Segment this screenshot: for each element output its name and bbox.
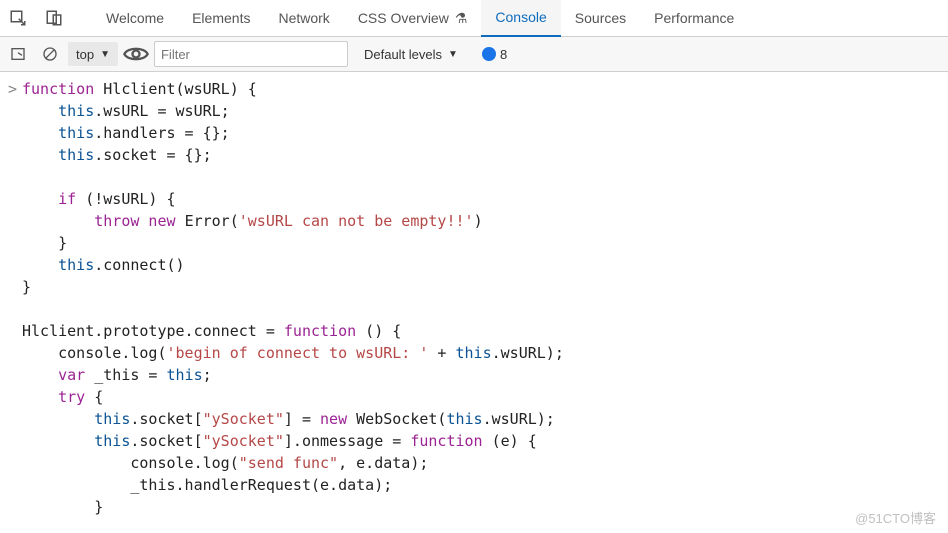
tab-label: CSS Overview (358, 10, 449, 26)
code-line: throw new Error('wsURL can not be empty!… (8, 210, 948, 232)
issue-count-value: 8 (500, 47, 507, 62)
tab-label: Network (278, 10, 329, 26)
gutter (8, 496, 22, 518)
gutter (8, 276, 22, 298)
tab-label: Performance (654, 10, 734, 26)
issue-count[interactable]: 8 (472, 47, 517, 62)
caret-down-icon: ▼ (448, 49, 458, 60)
code-line: >function Hlclient(wsURL) { (8, 78, 948, 100)
code-line: } (8, 496, 948, 518)
gutter (8, 298, 22, 320)
tab-css-overview[interactable]: CSS Overview ⚗ (344, 0, 482, 36)
device-toolbar-icon[interactable] (36, 0, 72, 36)
tab-bar: Welcome Elements Network CSS Overview ⚗ Conso… (0, 0, 948, 37)
caret-down-icon: ▼ (100, 49, 110, 60)
tab-network[interactable]: Network (264, 0, 343, 36)
code-line: this.socket = {}; (8, 144, 948, 166)
tab-sources[interactable]: Sources (561, 0, 640, 36)
code-line: if (!wsURL) { (8, 188, 948, 210)
code-line: Hlclient.prototype.connect = function ()… (8, 320, 948, 342)
log-levels-selector[interactable]: Default levels ▼ (354, 47, 468, 62)
filter-input[interactable] (154, 41, 348, 67)
gutter (8, 210, 22, 232)
gutter: > (8, 78, 22, 100)
code-line: } (8, 232, 948, 254)
gutter (8, 430, 22, 452)
gutter (8, 474, 22, 496)
gutter (8, 386, 22, 408)
gutter (8, 364, 22, 386)
code-line: this.connect() (8, 254, 948, 276)
code-line: this.wsURL = wsURL; (8, 100, 948, 122)
code-line: console.log("send func", e.data); (8, 452, 948, 474)
filter-box (154, 41, 334, 67)
info-dot-icon (482, 47, 496, 61)
toggle-sidebar-icon[interactable] (4, 40, 32, 68)
code-line: var _this = this; (8, 364, 948, 386)
context-label: top (76, 47, 94, 62)
tab-welcome[interactable]: Welcome (92, 0, 178, 36)
code-line (8, 298, 948, 320)
gutter (8, 122, 22, 144)
gutter (8, 408, 22, 430)
code-line: this.handlers = {}; (8, 122, 948, 144)
gutter (8, 342, 22, 364)
devtools-tabs: Welcome Elements Network CSS Overview ⚗ Conso… (92, 0, 748, 36)
console-toolbar: top ▼ Default levels ▼ 8 (0, 37, 948, 72)
context-selector[interactable]: top ▼ (68, 42, 118, 66)
tab-elements[interactable]: Elements (178, 0, 264, 36)
code-line: console.log('begin of connect to wsURL: … (8, 342, 948, 364)
tab-label: Elements (192, 10, 250, 26)
gutter (8, 144, 22, 166)
gutter (8, 254, 22, 276)
tab-performance[interactable]: Performance (640, 0, 748, 36)
gutter (8, 452, 22, 474)
tab-label: Welcome (106, 10, 164, 26)
tab-label: Console (495, 9, 546, 25)
gutter (8, 320, 22, 342)
code-line: _this.handlerRequest(e.data); (8, 474, 948, 496)
console-code: >function Hlclient(wsURL) { this.wsURL =… (0, 72, 948, 518)
inspect-element-icon[interactable] (0, 0, 36, 36)
flask-icon: ⚗ (455, 10, 468, 27)
clear-console-icon[interactable] (36, 40, 64, 68)
gutter (8, 166, 22, 188)
watermark: @51CTO博客 (855, 508, 936, 527)
tab-console[interactable]: Console (481, 0, 560, 37)
gutter (8, 100, 22, 122)
code-line: this.socket["ySocket"] = new WebSocket(t… (8, 408, 948, 430)
code-line: this.socket["ySocket"].onmessage = funct… (8, 430, 948, 452)
code-line: try { (8, 386, 948, 408)
tab-label: Sources (575, 10, 626, 26)
live-expression-icon[interactable] (122, 40, 150, 68)
gutter (8, 188, 22, 210)
levels-label: Default levels (364, 47, 442, 62)
gutter (8, 232, 22, 254)
code-line (8, 166, 948, 188)
code-line: } (8, 276, 948, 298)
